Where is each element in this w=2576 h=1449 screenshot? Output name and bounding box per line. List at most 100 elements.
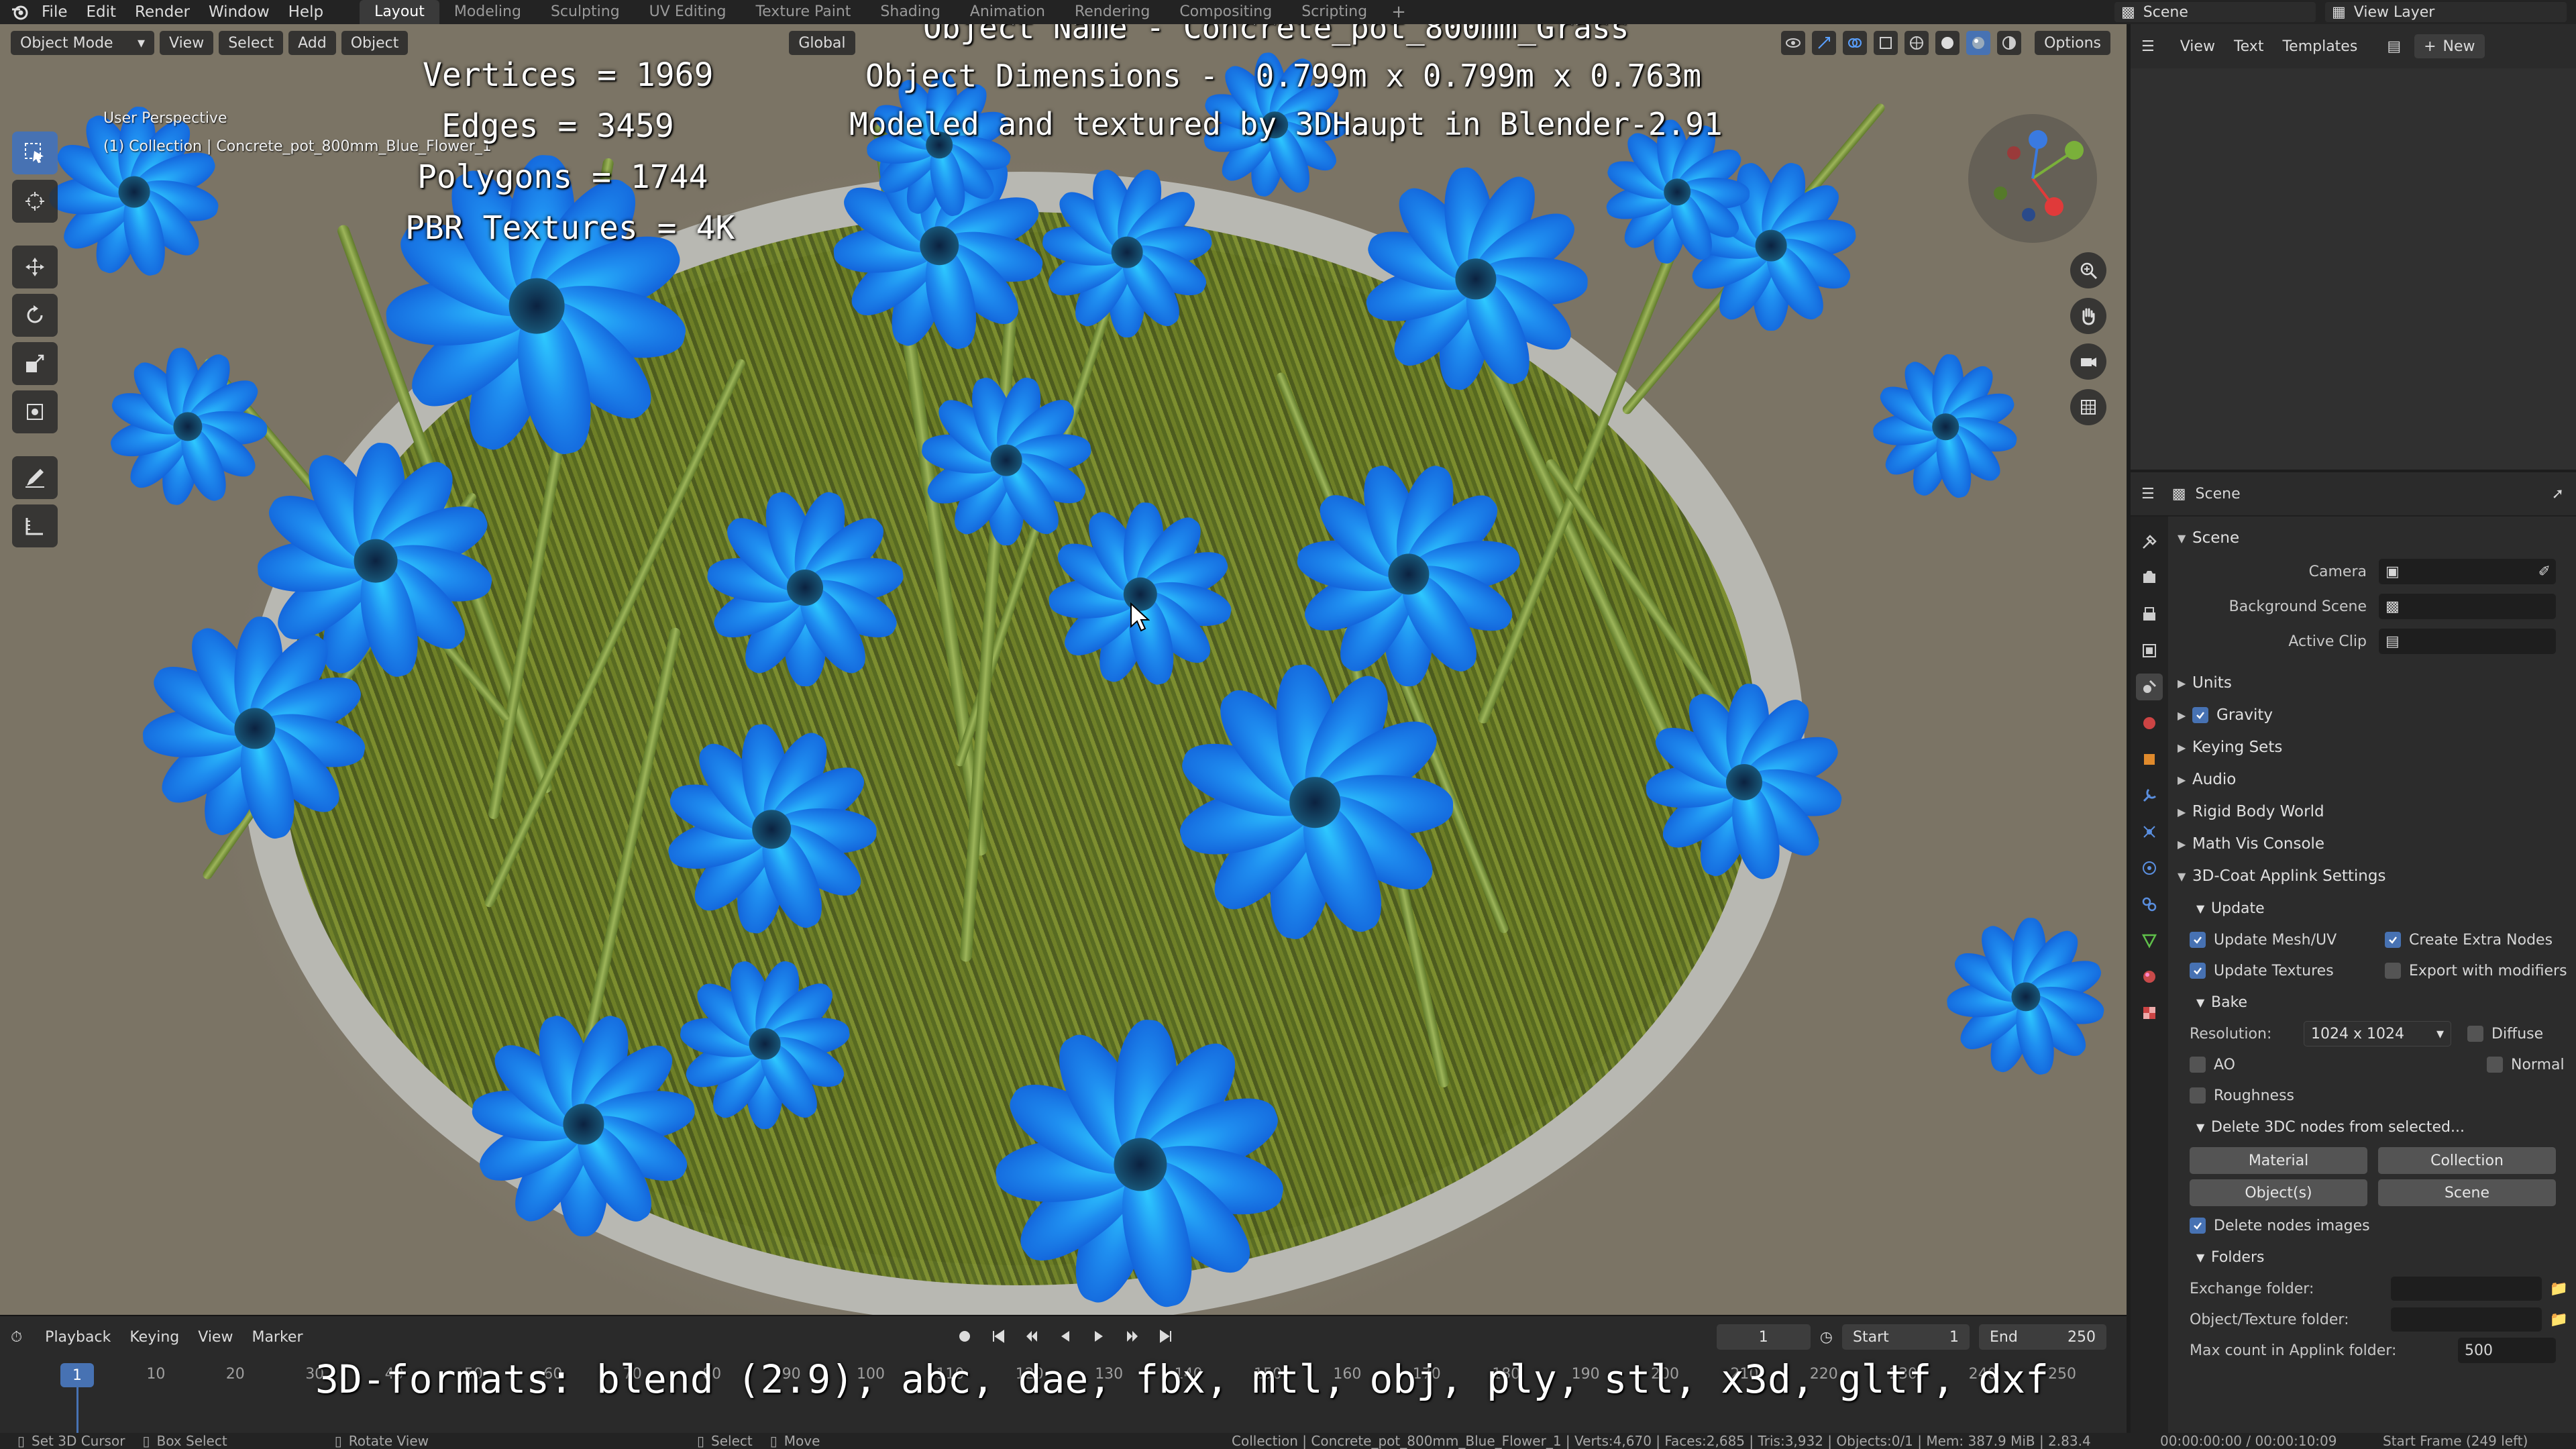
jump-start-icon[interactable] (986, 1324, 1010, 1348)
scene-selector[interactable]: ▩ Scene (2114, 2, 2316, 22)
zoom-icon[interactable] (2070, 252, 2106, 288)
world-tab-icon[interactable] (2136, 710, 2163, 737)
viewport-menu-add[interactable]: Add (288, 31, 336, 55)
end-frame-field[interactable]: End 250 (1979, 1324, 2106, 1350)
tab-scripting[interactable]: Scripting (1287, 0, 1382, 24)
output-tab-icon[interactable] (2136, 601, 2163, 628)
xray-toggle-icon[interactable] (1874, 31, 1898, 55)
normal-checkbox[interactable] (2487, 1057, 2503, 1073)
tab-texture-paint[interactable]: Texture Paint (741, 0, 865, 24)
particles-tab-icon[interactable] (2136, 818, 2163, 845)
view-layer-selector[interactable]: ▦ View Layer (2325, 2, 2567, 22)
play-reverse-icon[interactable] (1053, 1324, 1077, 1348)
annotate-tool-icon[interactable] (12, 456, 58, 499)
grid-view-icon[interactable] (2070, 389, 2106, 425)
options-dropdown[interactable]: Options (2035, 31, 2110, 55)
timeline-menu-playback[interactable]: Playback (36, 1329, 120, 1346)
pan-hand-icon[interactable] (2070, 298, 2106, 334)
viewport-menu-view[interactable]: View (160, 31, 214, 55)
delete-nodes-images-checkbox[interactable] (2190, 1218, 2206, 1234)
create-extra-nodes-checkbox[interactable] (2385, 932, 2401, 948)
eyedropper-icon[interactable]: ✐ (2538, 564, 2551, 580)
new-text-button[interactable]: + New (2414, 34, 2485, 58)
properties-type-icon[interactable]: ☰ (2141, 486, 2155, 502)
visibility-icon[interactable] (1781, 31, 1806, 55)
current-frame-field[interactable]: 1 (1716, 1324, 1811, 1350)
overlay-toggle-icon[interactable] (1843, 31, 1868, 55)
update-mesh-option[interactable]: Update Mesh/UV (2178, 924, 2373, 955)
jump-end-icon[interactable] (1154, 1324, 1178, 1348)
play-icon[interactable] (1087, 1324, 1111, 1348)
audio-panel-header[interactable]: ▶ Audio (2178, 763, 2568, 796)
resolution-dropdown[interactable]: 1024 x 1024 ▾ (2304, 1021, 2451, 1046)
viewport-menu-object[interactable]: Object (341, 31, 409, 55)
tab-layout[interactable]: Layout (360, 0, 439, 24)
math-vis-panel-header[interactable]: ▶ Math Vis Console (2178, 828, 2568, 860)
normal-option[interactable]: Normal (2373, 1049, 2568, 1080)
constraints-tab-icon[interactable] (2136, 891, 2163, 918)
select-box-tool-icon[interactable] (12, 131, 58, 174)
record-icon[interactable] (953, 1324, 977, 1348)
viewport-menu-select[interactable]: Select (219, 31, 284, 55)
tab-shading[interactable]: Shading (865, 0, 955, 24)
move-tool-icon[interactable] (12, 246, 58, 288)
editor-type-icon[interactable]: ⏱ (11, 1329, 22, 1346)
update-subpanel-header[interactable]: ▼ Update (2178, 892, 2568, 924)
exchange-folder-field[interactable] (2391, 1277, 2542, 1301)
menu-window[interactable]: Window (199, 0, 279, 24)
menu-help[interactable]: Help (279, 0, 333, 24)
ao-option[interactable]: AO (2178, 1049, 2373, 1080)
next-keyframe-icon[interactable] (1120, 1324, 1144, 1348)
export-modifiers-checkbox[interactable] (2385, 963, 2401, 979)
rotate-tool-icon[interactable] (12, 294, 58, 337)
keying-sets-panel-header[interactable]: ▶ Keying Sets (2178, 731, 2568, 763)
text-datablock-icon[interactable]: ▤ (2387, 38, 2401, 55)
folder-icon[interactable]: 📁 (2550, 1281, 2568, 1297)
transform-tool-icon[interactable] (12, 390, 58, 433)
tab-uv-editing[interactable]: UV Editing (635, 0, 741, 24)
blender-logo-icon[interactable] (8, 0, 32, 24)
update-mesh-checkbox[interactable] (2190, 932, 2206, 948)
menu-edit[interactable]: Edit (77, 0, 126, 24)
camera-view-icon[interactable] (2070, 343, 2106, 380)
tab-rendering[interactable]: Rendering (1060, 0, 1165, 24)
data-tab-icon[interactable] (2136, 927, 2163, 954)
delete-nodes-subpanel-header[interactable]: ▼ Delete 3DC nodes from selected... (2178, 1111, 2568, 1143)
roughness-option[interactable]: Roughness (2178, 1080, 2373, 1111)
timeline-menu-view[interactable]: View (189, 1329, 242, 1346)
object-tab-icon[interactable] (2136, 746, 2163, 773)
object-mode-dropdown[interactable]: Object Mode ▾ (11, 31, 154, 55)
modifier-tab-icon[interactable] (2136, 782, 2163, 809)
scale-tool-icon[interactable] (12, 342, 58, 385)
tab-animation[interactable]: Animation (955, 0, 1060, 24)
tab-sculpting[interactable]: Sculpting (536, 0, 635, 24)
render-tab-icon[interactable] (2136, 565, 2163, 592)
menu-file[interactable]: File (32, 0, 77, 24)
delete-material-button[interactable]: Material (2190, 1147, 2367, 1174)
prev-keyframe-icon[interactable] (1020, 1324, 1044, 1348)
update-textures-checkbox[interactable] (2190, 963, 2206, 979)
cursor-tool-icon[interactable] (12, 180, 58, 223)
menu-render[interactable]: Render (125, 0, 199, 24)
delete-collection-button[interactable]: Collection (2378, 1147, 2556, 1174)
add-workspace-icon[interactable]: + (1382, 0, 1415, 24)
text-editor-type-icon[interactable]: ☰ (2141, 38, 2155, 55)
measure-tool-icon[interactable] (12, 504, 58, 547)
material-shading-icon[interactable] (1966, 31, 1991, 55)
diffuse-checkbox[interactable] (2467, 1026, 2483, 1042)
delete-nodes-images-option[interactable]: Delete nodes images (2178, 1210, 2568, 1241)
gravity-panel-header[interactable]: ▶ Gravity (2178, 699, 2568, 731)
scene-panel-header[interactable]: ▼ Scene (2178, 522, 2568, 554)
bake-subpanel-header[interactable]: ▼ Bake (2178, 986, 2568, 1018)
current-frame-indicator[interactable]: 1 (60, 1363, 94, 1387)
create-extra-nodes-option[interactable]: Create Extra Nodes (2373, 924, 2568, 955)
folders-subpanel-header[interactable]: ▼ Folders (2178, 1241, 2568, 1273)
solid-shading-icon[interactable] (1935, 31, 1960, 55)
text-menu-view[interactable]: View (2171, 38, 2224, 55)
text-menu-text[interactable]: Text (2224, 38, 2273, 55)
delete-objects-button[interactable]: Object(s) (2190, 1179, 2367, 1206)
gizmo-toggle-icon[interactable] (1812, 31, 1837, 55)
gravity-checkbox[interactable] (2192, 707, 2208, 723)
timeline-menu-marker[interactable]: Marker (242, 1329, 312, 1346)
view-layer-tab-icon[interactable] (2136, 637, 2163, 664)
